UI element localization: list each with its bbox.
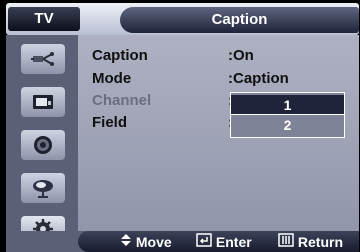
channel-icon: [33, 180, 53, 198]
enter-icon: [196, 233, 212, 248]
top-bar: TV Caption: [6, 3, 359, 35]
source-label: TV: [8, 7, 80, 31]
menu-category-sidebar: [6, 35, 78, 242]
sidebar-item-sound[interactable]: [21, 130, 65, 160]
move-label: Move: [135, 233, 172, 250]
menu-item-channel-label: Channel: [92, 92, 152, 109]
menu-item-mode-value: :Caption: [228, 70, 289, 87]
move-hint: Move: [120, 233, 172, 250]
dropdown-option-1[interactable]: 1: [231, 95, 344, 115]
menu-item-caption-value: :On: [228, 47, 254, 64]
menu-item-field-label[interactable]: Field: [92, 114, 127, 131]
channel-dropdown[interactable]: 1 2: [230, 92, 345, 138]
menu-title: Caption: [120, 7, 359, 33]
picture-icon: [33, 95, 53, 109]
return-hint: Return: [278, 233, 343, 250]
caption-osd-menu: TV Caption Caption:On Mode:Caption Cha…: [0, 0, 360, 252]
sidebar-item-channel[interactable]: [21, 173, 65, 203]
return-label: Return: [297, 233, 344, 250]
input-icon: [31, 52, 54, 66]
menu-item-mode-label[interactable]: Mode: [92, 70, 131, 87]
enter-label: Enter: [215, 233, 252, 250]
return-icon: [278, 233, 294, 248]
dropdown-option-2[interactable]: 2: [231, 115, 344, 135]
help-bar-pill: Move Enter Return: [78, 231, 359, 252]
sidebar-item-input[interactable]: [21, 44, 65, 74]
help-bar: Move Enter Return: [6, 231, 359, 252]
up-down-arrow-icon: [121, 234, 131, 247]
caption-settings-panel: Caption :On Mode :Caption Channel : Fiel…: [78, 35, 359, 231]
sound-icon: [34, 136, 52, 154]
sidebar-item-picture[interactable]: [21, 87, 65, 117]
menu-item-caption-label[interactable]: Caption: [92, 47, 148, 64]
enter-hint: Enter: [196, 233, 252, 250]
